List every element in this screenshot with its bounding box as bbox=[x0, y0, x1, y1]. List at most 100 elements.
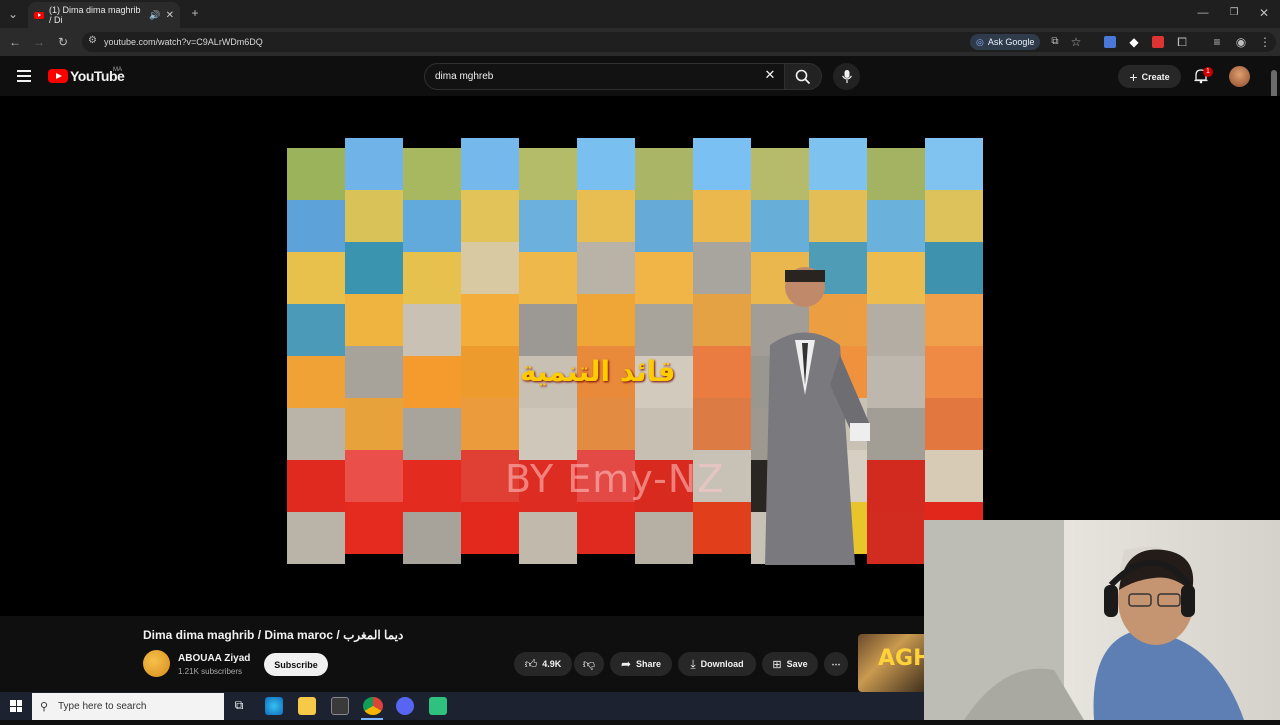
video-mosaic-tile bbox=[461, 190, 519, 242]
video-mosaic-tile bbox=[287, 148, 345, 200]
video-mosaic-tile bbox=[925, 138, 983, 190]
video-mosaic-tile bbox=[461, 242, 519, 294]
download-button[interactable]: ⤓ Download bbox=[678, 652, 756, 676]
video-mosaic-tile bbox=[693, 190, 751, 242]
voice-search-button[interactable] bbox=[833, 63, 860, 90]
media-control-icon[interactable]: ≡ bbox=[1210, 36, 1224, 48]
like-button[interactable]: 👍︎ 4.9K bbox=[514, 652, 572, 676]
more-dots-icon: ⋯ bbox=[831, 658, 841, 669]
subscribe-button[interactable]: Subscribe bbox=[264, 653, 328, 676]
video-mosaic-tile bbox=[345, 242, 403, 294]
notification-badge: 1 bbox=[1203, 67, 1213, 77]
window-close-icon[interactable]: ✕ bbox=[1257, 7, 1271, 19]
video-title: Dima dima maghrib / Dima maroc / ديما ال… bbox=[143, 628, 404, 642]
taskbar-search-icon: ⚲ bbox=[40, 701, 49, 713]
video-mosaic-tile bbox=[925, 242, 983, 294]
youtube-logo-icon[interactable] bbox=[48, 69, 68, 83]
create-button[interactable]: + Create bbox=[1118, 65, 1181, 88]
install-app-icon[interactable]: ⧉ bbox=[1048, 36, 1062, 48]
file-explorer-icon[interactable] bbox=[298, 697, 316, 715]
video-mosaic-tile bbox=[345, 346, 403, 398]
chrome-icon[interactable] bbox=[363, 697, 383, 715]
video-mosaic-tile bbox=[693, 346, 751, 398]
extensions-puzzle-icon[interactable]: ⧠ bbox=[1175, 36, 1189, 48]
translate-extension-icon[interactable] bbox=[1104, 36, 1116, 48]
bookmark-star-icon[interactable]: ☆ bbox=[1069, 36, 1083, 48]
video-mosaic-tile bbox=[403, 512, 461, 564]
thumbs-down-icon: 👎︎ bbox=[582, 656, 596, 671]
video-mosaic-tile bbox=[519, 512, 577, 564]
youtube-favicon-icon bbox=[34, 11, 44, 19]
forward-icon[interactable]: → bbox=[32, 36, 46, 48]
clear-search-icon[interactable]: ✕ bbox=[763, 68, 777, 81]
video-mosaic-tile bbox=[461, 138, 519, 190]
search-query: dima mghreb bbox=[435, 71, 494, 82]
account-avatar[interactable] bbox=[1229, 66, 1250, 87]
reload-icon[interactable]: ↻ bbox=[56, 36, 70, 48]
video-mosaic-tile bbox=[461, 398, 519, 450]
video-overlay-text: قائد التنمية bbox=[520, 355, 676, 388]
discord-icon[interactable] bbox=[396, 697, 414, 715]
window-minimize-icon[interactable]: — bbox=[1196, 7, 1210, 19]
search-input[interactable]: dima mghreb bbox=[424, 63, 786, 90]
video-mosaic-tile bbox=[403, 148, 461, 200]
webcam-person-figure bbox=[924, 520, 1244, 720]
extension-diamond-icon[interactable]: ◆ bbox=[1127, 36, 1141, 48]
browser-tab-active[interactable]: (1) Dima dima maghrib / Di 🔊 ✕ bbox=[28, 2, 180, 28]
new-tab-icon[interactable]: + bbox=[188, 7, 202, 19]
video-mosaic-tile bbox=[925, 294, 983, 346]
back-icon[interactable]: ← bbox=[8, 36, 22, 48]
webcam-overlay bbox=[924, 520, 1280, 720]
video-mosaic-tile bbox=[403, 408, 461, 460]
channel-name[interactable]: ABOUAA Ziyad bbox=[178, 653, 250, 664]
search-icon bbox=[795, 69, 811, 84]
task-view-icon[interactable]: ⧉ bbox=[232, 699, 246, 711]
video-mosaic-tile bbox=[577, 242, 635, 294]
share-button[interactable]: ➦ Share bbox=[610, 652, 672, 676]
app-green-icon[interactable] bbox=[429, 697, 447, 715]
tab-close-icon[interactable]: ✕ bbox=[166, 10, 174, 21]
extension-red-icon[interactable] bbox=[1152, 36, 1164, 48]
video-mosaic-tile bbox=[751, 200, 809, 252]
video-mosaic-tile bbox=[693, 242, 751, 294]
microphone-icon bbox=[841, 70, 852, 83]
video-mosaic-tile bbox=[519, 200, 577, 252]
address-input[interactable]: ⚙ youtube.com/watch?v=C9ALrWDm6DQ bbox=[82, 32, 1276, 52]
tab-audio-icon[interactable]: 🔊 bbox=[149, 10, 160, 21]
video-mosaic-tile bbox=[693, 502, 751, 554]
save-button[interactable]: ⊞ Save bbox=[762, 652, 818, 676]
video-mosaic-tile bbox=[287, 356, 345, 408]
video-mosaic-tile bbox=[577, 398, 635, 450]
site-info-icon[interactable]: ⚙ bbox=[88, 35, 97, 46]
store-icon[interactable] bbox=[331, 697, 349, 715]
browser-menu-icon[interactable]: ⋮ bbox=[1258, 36, 1272, 48]
taskbar-search-input[interactable]: ⚲ Type here to search bbox=[32, 693, 224, 720]
video-mosaic-tile bbox=[635, 200, 693, 252]
video-mosaic-tile bbox=[403, 356, 461, 408]
video-mosaic-tile bbox=[403, 460, 461, 512]
plus-icon: + bbox=[1129, 68, 1138, 85]
thumbnail-text: AGH bbox=[878, 646, 928, 671]
channel-avatar[interactable] bbox=[143, 650, 170, 677]
more-actions-button[interactable]: ⋯ bbox=[824, 652, 848, 676]
video-mosaic-tile bbox=[519, 148, 577, 200]
profile-icon[interactable]: ◉ bbox=[1234, 36, 1248, 48]
video-mosaic-tile bbox=[577, 190, 635, 242]
video-mosaic-tile bbox=[577, 502, 635, 554]
recommended-video-thumbnail[interactable]: AGH bbox=[858, 634, 928, 692]
lens-icon: ◎ bbox=[976, 36, 984, 47]
video-mosaic-tile bbox=[751, 148, 809, 200]
ask-google-button[interactable]: ◎ Ask Google bbox=[970, 34, 1041, 50]
bookmark-icon: ⊞ bbox=[772, 658, 782, 671]
tab-title: (1) Dima dima maghrib / Di bbox=[49, 5, 141, 25]
video-mosaic-tile bbox=[461, 346, 519, 398]
edge-icon[interactable] bbox=[265, 697, 283, 715]
search-button[interactable] bbox=[784, 63, 822, 90]
video-mosaic-tile bbox=[345, 398, 403, 450]
tab-search-icon[interactable]: ⌄ bbox=[6, 8, 20, 20]
hamburger-menu-icon[interactable] bbox=[17, 70, 31, 82]
window-restore-icon[interactable]: ❐ bbox=[1227, 7, 1241, 19]
dislike-button[interactable]: 👎︎ bbox=[574, 652, 604, 676]
share-arrow-icon: ➦ bbox=[620, 657, 632, 671]
windows-start-icon[interactable] bbox=[10, 700, 22, 712]
